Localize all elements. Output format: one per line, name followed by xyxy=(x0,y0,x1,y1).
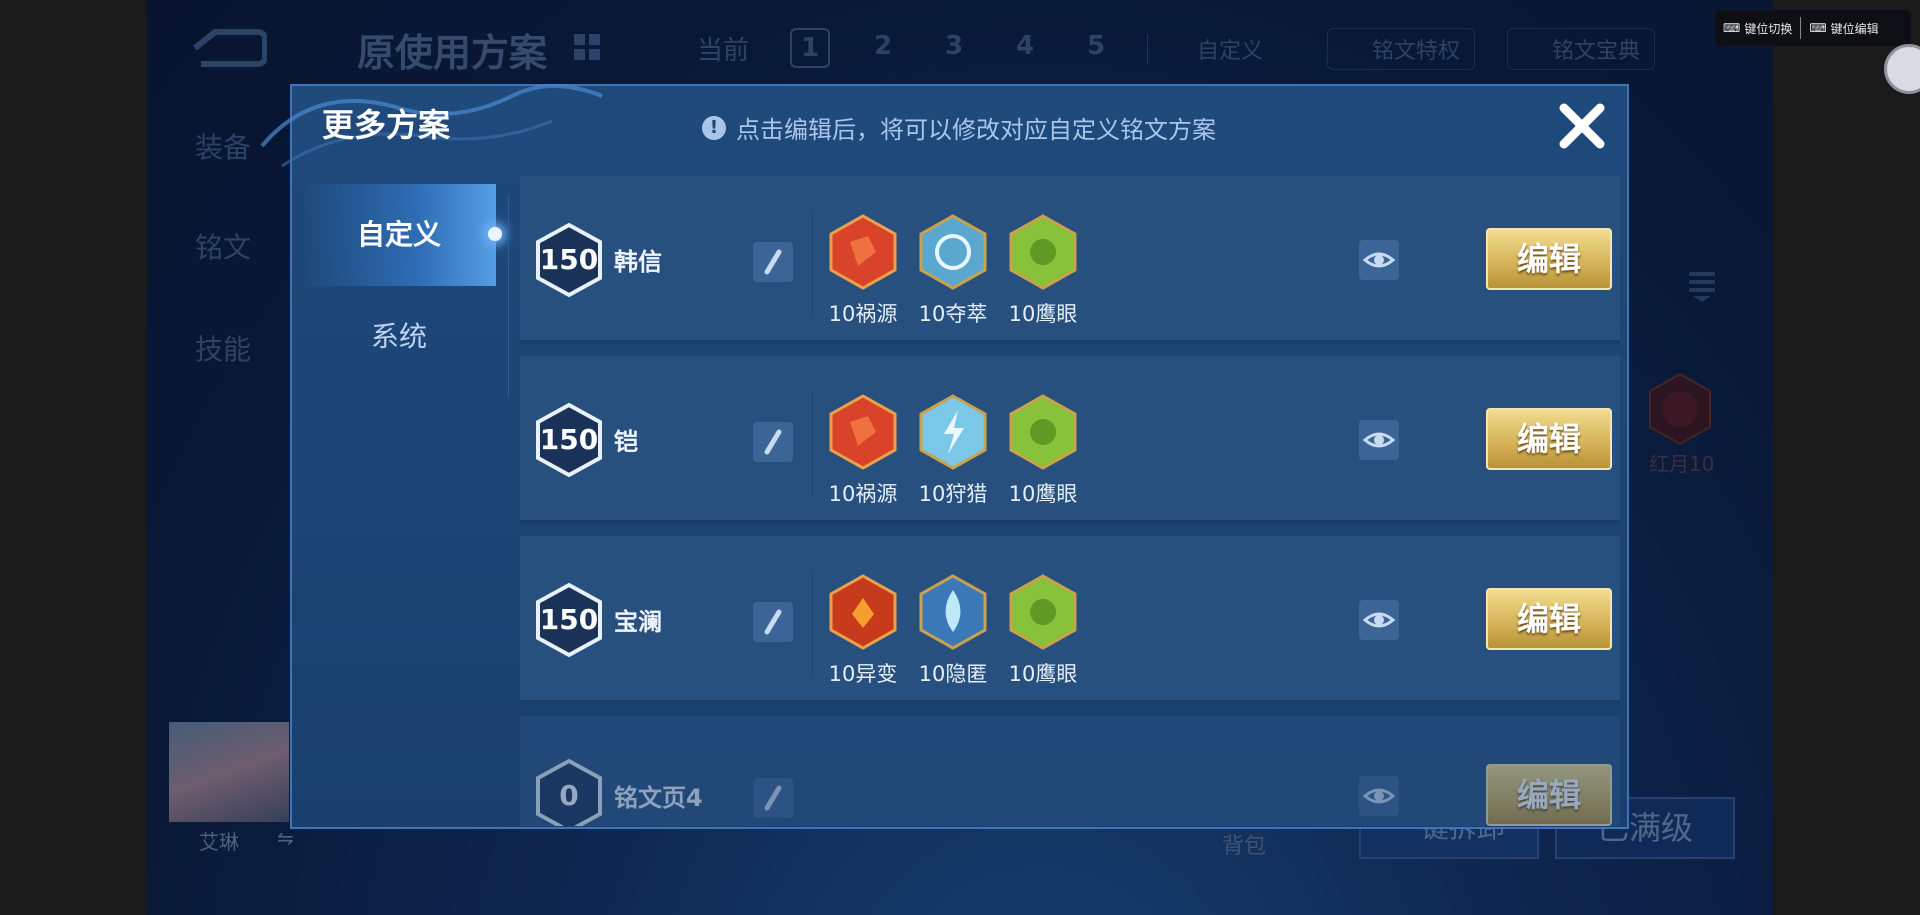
rename-icon[interactable] xyxy=(753,602,793,642)
scheme-name: 铠 xyxy=(614,428,638,456)
green-rune-icon[interactable] xyxy=(1008,574,1078,650)
active-indicator xyxy=(488,227,502,241)
tab-custom-label: 自定义 xyxy=(356,218,441,251)
rune-label: 10祸源 xyxy=(828,302,898,326)
tab-system[interactable]: 系统 xyxy=(302,286,496,388)
dialog-hint: ! 点击编辑后，将可以修改对应自定义铭文方案 xyxy=(702,110,1216,145)
row-divider xyxy=(812,394,813,494)
scheme-row: 0 铭文页4 编辑 xyxy=(520,716,1620,826)
info-icon: ! xyxy=(702,115,726,140)
rune-level: 150 xyxy=(539,423,599,456)
edit-button[interactable]: 编辑 xyxy=(1486,228,1612,290)
rename-icon[interactable] xyxy=(753,778,793,818)
blue-rune-icon[interactable] xyxy=(918,574,988,650)
emulator-float-button[interactable] xyxy=(1884,44,1920,94)
eye-icon[interactable] xyxy=(1359,600,1399,640)
red-rune-icon[interactable] xyxy=(828,394,898,470)
rune-level: 150 xyxy=(539,603,599,636)
rune-level: 150 xyxy=(539,243,599,276)
close-icon[interactable] xyxy=(1552,96,1612,156)
scheme-tabs: 自定义 系统 xyxy=(302,184,502,388)
eye-icon[interactable] xyxy=(1359,776,1399,816)
red-rune-icon[interactable] xyxy=(828,214,898,290)
emulator-toolbar: ⌨ 键位切换 ⌨ 键位编辑 xyxy=(1715,10,1911,46)
rune-label: 10狩猎 xyxy=(918,482,988,506)
key-switch-label: 键位切换 xyxy=(1744,21,1793,36)
blue-rune-icon[interactable] xyxy=(918,214,988,290)
tab-custom[interactable]: 自定义 xyxy=(302,184,502,286)
eye-icon[interactable] xyxy=(1359,420,1399,460)
eye-icon[interactable] xyxy=(1359,240,1399,280)
scheme-row: 150 铠 10祸源 10狩猎 10鹰眼 编辑 xyxy=(520,356,1620,524)
edit-button[interactable]: 编辑 xyxy=(1486,764,1612,826)
dialog-title: 更多方案 xyxy=(322,106,451,144)
hint-text: 点击编辑后，将可以修改对应自定义铭文方案 xyxy=(736,116,1216,144)
scheme-name: 铭文页4 xyxy=(614,784,703,812)
rune-label: 10祸源 xyxy=(828,482,898,506)
tabs-divider xyxy=(508,196,509,396)
rune-level: 0 xyxy=(559,779,579,812)
scheme-name: 宝澜 xyxy=(614,608,662,636)
rune-label: 10鹰眼 xyxy=(1008,302,1078,326)
green-rune-icon[interactable] xyxy=(1008,394,1078,470)
rename-icon[interactable] xyxy=(753,242,793,282)
rune-label: 10异变 xyxy=(828,662,898,686)
gamepad-icon: ⌨ xyxy=(1723,21,1741,35)
key-switch-button[interactable]: ⌨ 键位切换 xyxy=(1715,20,1800,37)
scheme-row: 150 宝澜 10异变 10隐匿 10鹰眼 编辑 xyxy=(520,536,1620,704)
scheme-name: 韩信 xyxy=(614,248,662,276)
red-rune-icon[interactable] xyxy=(828,574,898,650)
edit-button[interactable]: 编辑 xyxy=(1486,588,1612,650)
scheme-row: 150 韩信 10祸源 10夺萃 10鹰眼 编辑 xyxy=(520,176,1620,344)
rune-label: 10隐匿 xyxy=(918,662,988,686)
gamepad-icon: ⌨ xyxy=(1809,21,1827,35)
tab-system-label: 系统 xyxy=(370,320,427,353)
key-edit-button[interactable]: ⌨ 键位编辑 xyxy=(1801,20,1886,37)
rune-label: 10鹰眼 xyxy=(1008,482,1078,506)
rune-label: 10夺萃 xyxy=(918,302,988,326)
row-divider xyxy=(812,574,813,674)
edit-button[interactable]: 编辑 xyxy=(1486,408,1612,470)
more-schemes-dialog: 更多方案 ! 点击编辑后，将可以修改对应自定义铭文方案 自定义 系统 150 韩… xyxy=(260,84,1629,829)
key-edit-label: 键位编辑 xyxy=(1830,21,1879,36)
rename-icon[interactable] xyxy=(753,422,793,462)
blue-rune-icon[interactable] xyxy=(918,394,988,470)
row-divider xyxy=(812,214,813,314)
green-rune-icon[interactable] xyxy=(1008,214,1078,290)
rune-label: 10鹰眼 xyxy=(1008,662,1078,686)
scheme-list[interactable]: 150 韩信 10祸源 10夺萃 10鹰眼 编辑 150 铠 10祸源 10狩猎… xyxy=(520,176,1626,826)
